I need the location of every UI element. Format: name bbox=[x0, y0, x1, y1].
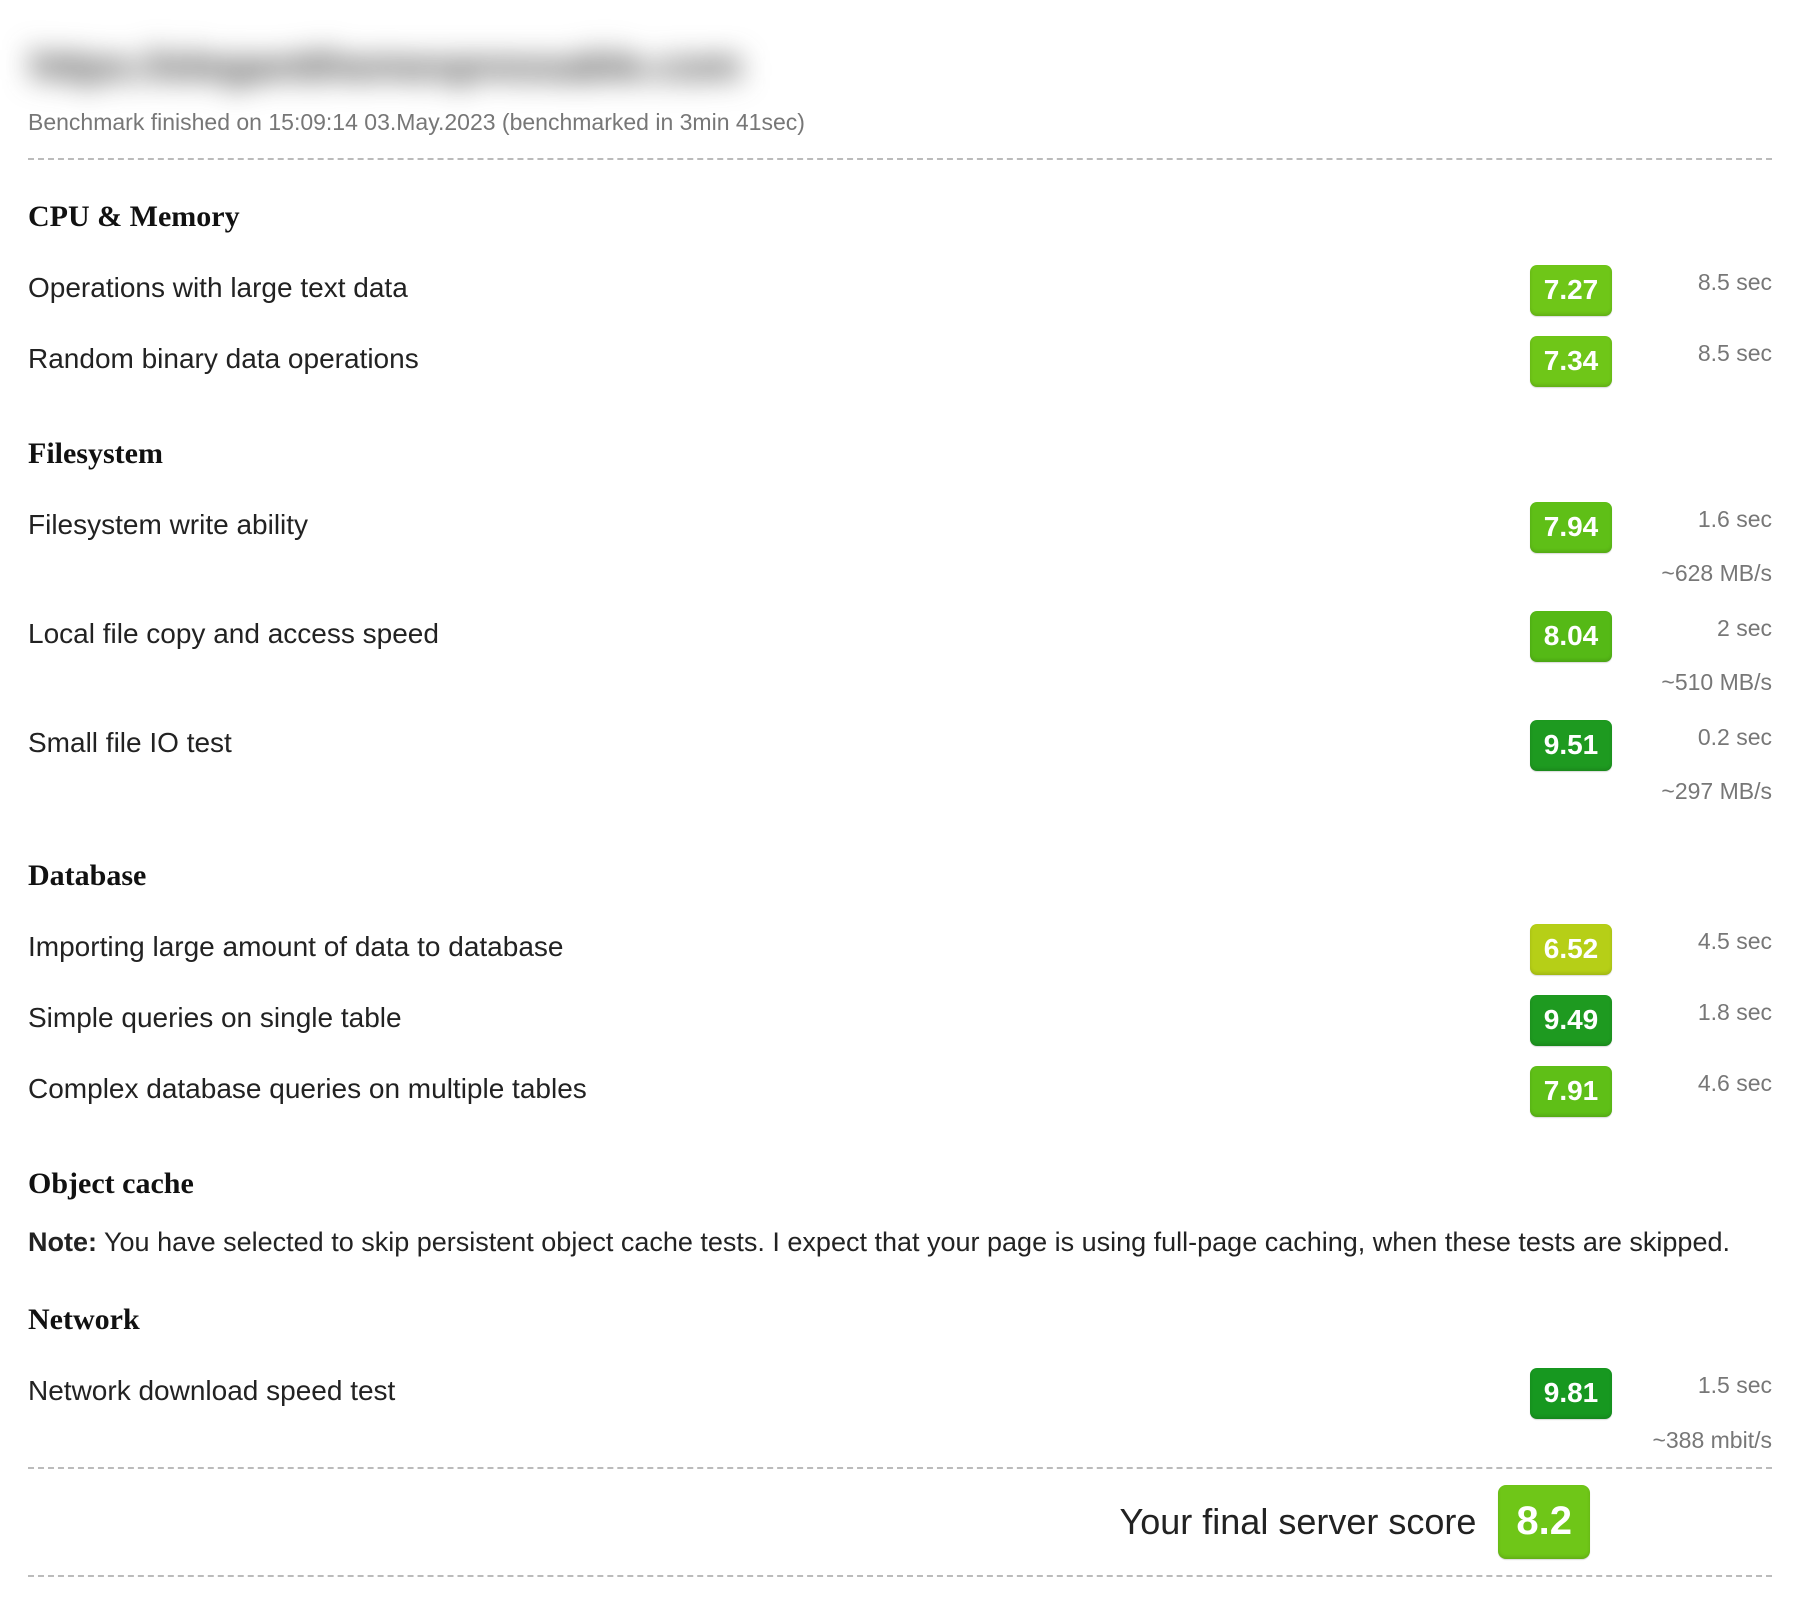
benchmark-time: 1.6 sec bbox=[1698, 506, 1772, 532]
benchmark-time: 1.8 sec bbox=[1698, 999, 1772, 1025]
score-badge: 7.91 bbox=[1530, 1066, 1612, 1117]
benchmark-row: Complex database queries on multiple tab… bbox=[28, 1056, 1772, 1127]
benchmark-label: Small file IO test bbox=[28, 720, 1530, 764]
note-prefix: Note: bbox=[28, 1227, 97, 1257]
page-title: https://elegantthemespressable.com bbox=[30, 34, 1772, 97]
benchmark-sections: CPU & Memory Operations with large text d… bbox=[28, 194, 1772, 1468]
benchmark-time: 4.5 sec bbox=[1698, 928, 1772, 954]
benchmark-time: 8.5 sec bbox=[1698, 340, 1772, 366]
benchmark-label: Complex database queries on multiple tab… bbox=[28, 1066, 1530, 1110]
benchmark-row: Random binary data operations7.34 8.5 sec bbox=[28, 326, 1772, 397]
benchmark-time: 0.2 sec bbox=[1698, 724, 1772, 750]
benchmark-label: Network download speed test bbox=[28, 1368, 1530, 1412]
score-badge: 9.51 bbox=[1530, 720, 1612, 771]
benchmark-meta: 0.2 sec ~297 MB/s bbox=[1612, 720, 1772, 809]
benchmark-label: Random binary data operations bbox=[28, 336, 1530, 380]
benchmark-label: Importing large amount of data to databa… bbox=[28, 924, 1530, 968]
benchmark-meta: 1.6 sec ~628 MB/s bbox=[1612, 502, 1772, 591]
section-title: Filesystem bbox=[28, 431, 1772, 476]
benchmark-row: Operations with large text data7.27 8.5 s… bbox=[28, 255, 1772, 326]
section-title: Object cache bbox=[28, 1161, 1772, 1206]
benchmark-row: Network download speed test9.81 1.5 sec ~3… bbox=[28, 1358, 1772, 1467]
benchmark-throughput: ~297 MB/s bbox=[1630, 774, 1772, 809]
benchmark-meta: 8.5 sec bbox=[1612, 336, 1772, 371]
benchmark-label: Local file copy and access speed bbox=[28, 611, 1530, 655]
benchmark-time: 8.5 sec bbox=[1698, 269, 1772, 295]
score-badge: 6.52 bbox=[1530, 924, 1612, 975]
benchmark-meta: 4.6 sec bbox=[1612, 1066, 1772, 1101]
benchmark-timestamp: Benchmark finished on 15:09:14 03.May.20… bbox=[28, 105, 1772, 140]
final-score-row: Your final server score 8.2 bbox=[28, 1469, 1772, 1575]
final-score-label: Your final server score bbox=[1120, 1495, 1477, 1549]
benchmark-throughput: ~628 MB/s bbox=[1630, 556, 1772, 591]
section-title: Network bbox=[28, 1297, 1772, 1342]
benchmark-throughput: ~388 mbit/s bbox=[1630, 1423, 1772, 1458]
benchmark-meta: 2 sec ~510 MB/s bbox=[1612, 611, 1772, 700]
score-badge: 7.94 bbox=[1530, 502, 1612, 553]
final-score-badge: 8.2 bbox=[1498, 1485, 1590, 1559]
benchmark-label: Operations with large text data bbox=[28, 265, 1530, 309]
score-badge: 8.04 bbox=[1530, 611, 1612, 662]
benchmark-meta: 1.8 sec bbox=[1612, 995, 1772, 1030]
benchmark-time: 2 sec bbox=[1717, 615, 1772, 641]
note-text: You have selected to skip persistent obj… bbox=[97, 1227, 1730, 1257]
benchmark-row: Importing large amount of data to databa… bbox=[28, 914, 1772, 985]
benchmark-label: Filesystem write ability bbox=[28, 502, 1530, 546]
section-note: Note: You have selected to skip persiste… bbox=[28, 1222, 1772, 1264]
score-badge: 7.27 bbox=[1530, 265, 1612, 316]
section-title: Database bbox=[28, 853, 1772, 898]
benchmark-throughput: ~510 MB/s bbox=[1630, 665, 1772, 700]
benchmark-meta: 1.5 sec ~388 mbit/s bbox=[1612, 1368, 1772, 1457]
benchmark-row: Small file IO test9.51 0.2 sec ~297 MB/s bbox=[28, 710, 1772, 819]
score-badge: 9.81 bbox=[1530, 1368, 1612, 1419]
benchmark-row: Simple queries on single table9.49 1.8 se… bbox=[28, 985, 1772, 1056]
score-badge: 9.49 bbox=[1530, 995, 1612, 1046]
benchmark-row: Local file copy and access speed8.042 se… bbox=[28, 601, 1772, 710]
benchmark-row: Filesystem write ability7.94 1.6 sec ~628 … bbox=[28, 492, 1772, 601]
score-badge: 7.34 bbox=[1530, 336, 1612, 387]
divider-bottom-2 bbox=[28, 1575, 1772, 1577]
benchmark-label: Simple queries on single table bbox=[28, 995, 1530, 1039]
benchmark-meta: 8.5 sec bbox=[1612, 265, 1772, 300]
section-title: CPU & Memory bbox=[28, 194, 1772, 239]
divider-top bbox=[28, 158, 1772, 160]
benchmark-meta: 4.5 sec bbox=[1612, 924, 1772, 959]
benchmark-time: 1.5 sec bbox=[1698, 1372, 1772, 1398]
benchmark-time: 4.6 sec bbox=[1698, 1070, 1772, 1096]
